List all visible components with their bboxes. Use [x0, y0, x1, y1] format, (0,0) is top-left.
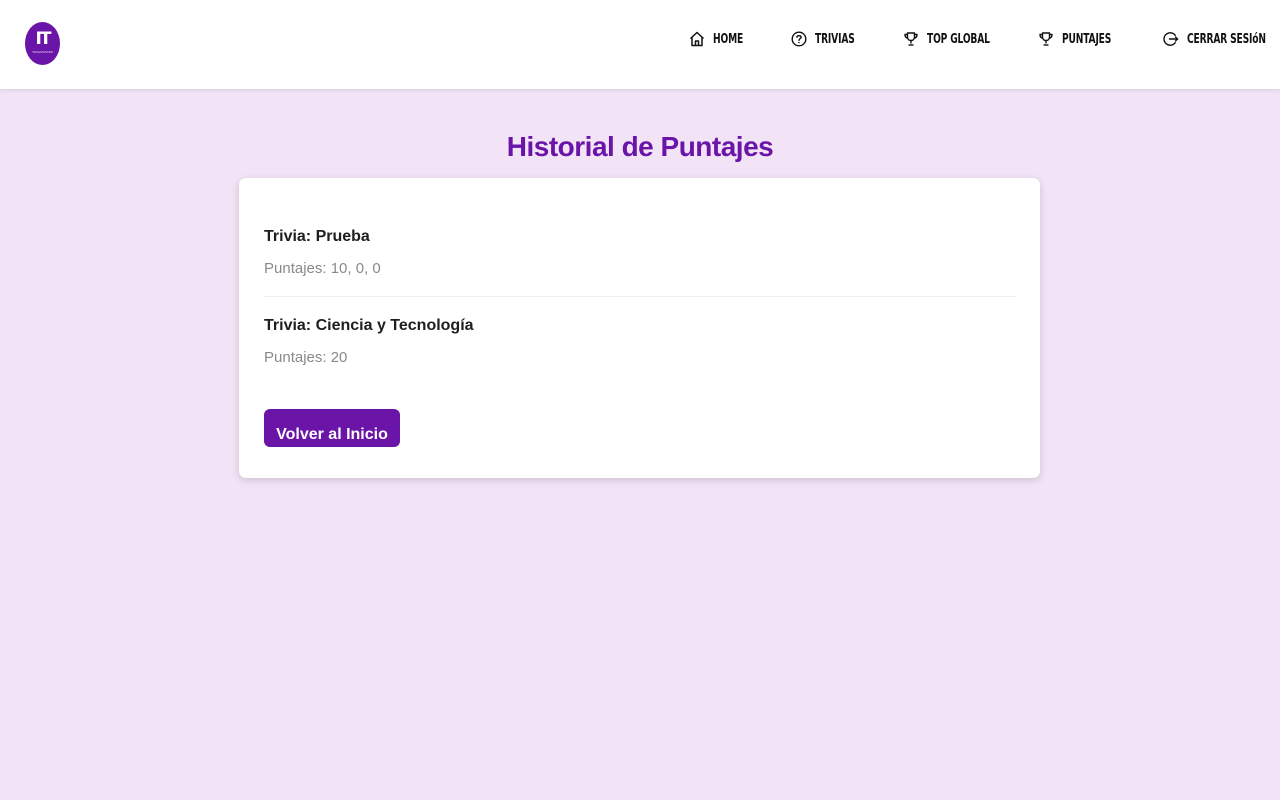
trophy-icon — [1037, 30, 1055, 48]
entry-scores: Puntajes: 20 — [264, 349, 348, 366]
nav-logout-label: CERRAR SESIóN — [1187, 31, 1266, 47]
entry-title: Trivia: Ciencia y Tecnología — [264, 317, 474, 334]
nav-puntajes-label: PUNTAJES — [1062, 31, 1112, 47]
nav-home[interactable]: HOME — [688, 28, 752, 50]
home-icon — [688, 30, 706, 48]
page-title: Historial de Puntajes — [506, 130, 774, 162]
trophy-icon — [902, 30, 920, 48]
logout-icon — [1162, 30, 1180, 48]
score-history-card: Trivia: Prueba Puntajes: 10, 0, 0 Trivia… — [239, 178, 1040, 478]
nav-trivias[interactable]: TRIVIAS — [790, 28, 866, 50]
nav-home-label: HOME — [713, 31, 744, 47]
question-circle-icon — [790, 30, 808, 48]
top-navbar: IT TECHMASTER HOME TRIVIAS TOP GLOBAL PU… — [0, 0, 1280, 89]
logo-mark: IT — [35, 29, 52, 49]
logo-text: TECHMASTER — [32, 50, 53, 54]
nav-puntajes[interactable]: PUNTAJES — [1037, 28, 1125, 50]
nav-top-global[interactable]: TOP GLOBAL — [902, 28, 1008, 50]
back-home-button[interactable]: Volver al Inicio — [264, 409, 400, 447]
entry-title: Trivia: Prueba — [264, 228, 370, 245]
brand-logo[interactable]: IT TECHMASTER — [25, 22, 60, 65]
entry-scores: Puntajes: 10, 0, 0 — [264, 260, 381, 277]
nav-top-global-label: TOP GLOBAL — [927, 31, 990, 47]
nav-logout[interactable]: CERRAR SESIóN — [1162, 28, 1280, 50]
nav-trivias-label: TRIVIAS — [815, 31, 855, 47]
entry-divider — [264, 296, 1016, 297]
